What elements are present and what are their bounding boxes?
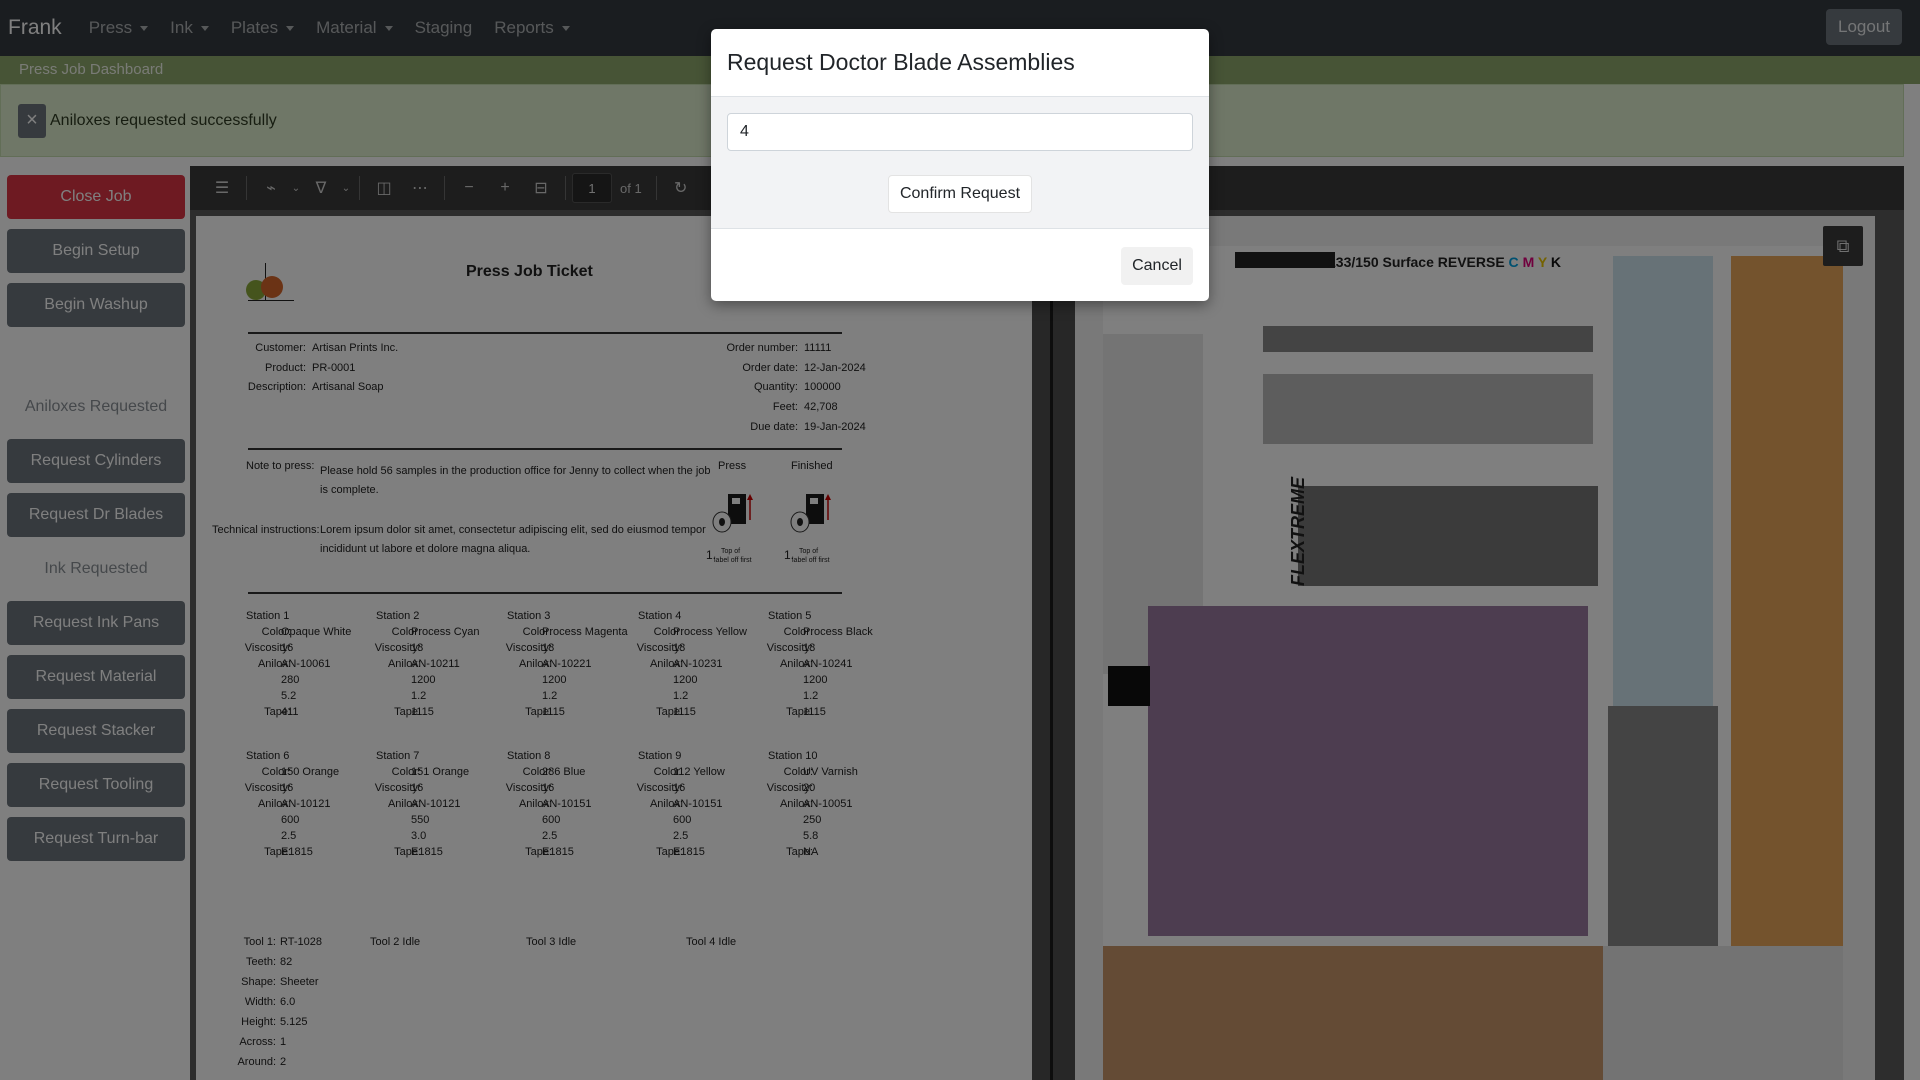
- modal-title: Request Doctor Blade Assemblies: [727, 49, 1075, 75]
- confirm-request-button[interactable]: Confirm Request: [888, 175, 1032, 213]
- modal-body: 4 Confirm Request: [711, 97, 1209, 229]
- cancel-button[interactable]: Cancel: [1121, 247, 1193, 285]
- quantity-input[interactable]: 4: [727, 113, 1193, 151]
- request-doctor-blade-modal: Request Doctor Blade Assemblies 4 Confir…: [711, 29, 1209, 301]
- modal-header: Request Doctor Blade Assemblies: [711, 29, 1209, 97]
